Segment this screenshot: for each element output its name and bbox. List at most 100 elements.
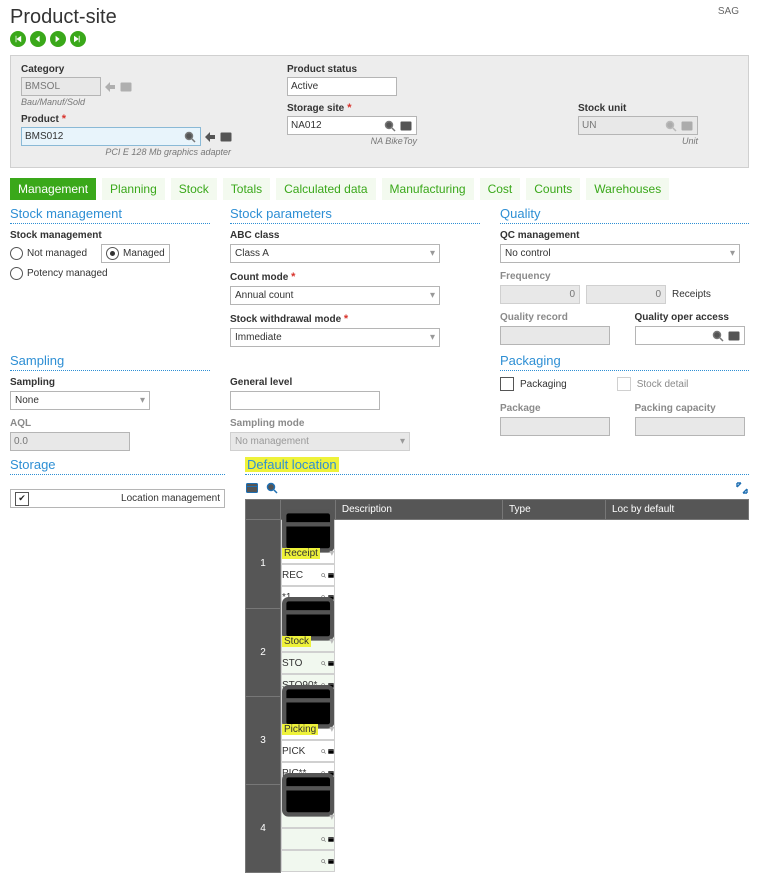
product-label: Product* [21,113,261,125]
sampmode-select: No management▾ [230,432,410,451]
radio-not-managed[interactable]: Not managed [10,247,87,260]
sampling-label: Sampling [10,377,210,388]
qrecord-field [500,326,610,345]
grid-card-icon[interactable] [245,481,259,495]
row-card-icon[interactable] [281,608,335,630]
stockparams-title: Stock parameters [230,206,480,224]
sampling-select[interactable]: None▾ [10,391,150,410]
row-card-icon[interactable] [281,784,335,806]
qoper-field[interactable] [635,326,745,345]
rownum: 4 [246,784,281,872]
nav-prev-button[interactable] [30,31,46,47]
rownum: 2 [246,608,281,696]
rownum: 3 [246,696,281,784]
count-select[interactable]: Annual count▾ [230,286,440,305]
nav-last-button[interactable] [70,31,86,47]
storage-card-icon[interactable] [399,119,413,133]
col-loc: Loc by default [606,500,749,520]
row-card-icon[interactable] [281,520,335,542]
page-title: Product-site [10,6,117,29]
loc-cell[interactable] [281,850,335,872]
tab-totals[interactable]: Totals [223,178,270,200]
storage-hint: NA BikeToy [287,136,417,146]
package-label: Package [500,403,615,414]
storage-field[interactable]: NA012 [287,116,417,135]
stockunit-hint: Unit [578,136,698,146]
col-rownum [246,500,281,520]
product-jump-icon[interactable] [203,130,217,144]
product-hint: PCI E 128 Mb graphics adapter [21,147,231,157]
nav-next-button[interactable] [50,31,66,47]
defaultloc-title: Default location [245,457,749,475]
tab-calculated[interactable]: Calculated data [276,178,375,200]
status-field[interactable]: Active [287,77,397,96]
tab-planning[interactable]: Planning [102,178,165,200]
stockmgmt-title: Stock management [10,206,210,224]
freq1-field: 0 [500,285,580,304]
withdraw-label: Stock withdrawal mode * [230,313,480,325]
category-card-icon [119,80,133,94]
radio-potency[interactable]: Potency managed [10,267,210,280]
storage-label: Storage site* [287,102,487,114]
rownum: 1 [246,520,281,609]
genlevel-field[interactable] [230,391,380,410]
freq-label: Frequency [500,271,749,282]
product-search-icon[interactable] [183,130,197,144]
chk-stock-detail: Stock detail [617,377,689,391]
stockunit-label: Stock unit [578,103,738,114]
qc-select[interactable]: No control▾ [500,244,740,263]
tab-management[interactable]: Management [10,178,96,200]
package-field [500,417,610,436]
stockunit-search-icon [664,119,678,133]
quality-title: Quality [500,206,749,224]
tab-manufacturing[interactable]: Manufacturing [382,178,474,200]
withdraw-select[interactable]: Immediate▾ [230,328,440,347]
type-cell[interactable]: STO [281,652,335,674]
tab-warehouses[interactable]: Warehouses [586,178,669,200]
genlevel-label: General level [230,377,480,388]
stockmgmt-group-label: Stock management [10,230,210,241]
col-description: Description [335,500,502,520]
tab-counts[interactable]: Counts [526,178,580,200]
chk-location-mgmt[interactable]: Location management [10,489,225,508]
capacity-label: Packing capacity [635,403,750,414]
type-cell[interactable]: PICK [281,740,335,762]
qoper-card-icon[interactable] [727,329,741,343]
tab-stock[interactable]: Stock [171,178,217,200]
grid-expand-icon[interactable] [735,481,749,495]
freq-unit: Receipts [672,289,711,300]
col-type: Type [503,500,606,520]
stockunit-card-icon [680,119,694,133]
product-field[interactable]: BMS012 [21,127,201,146]
default-location-grid: Description Type Loc by default 1 Receip… [245,499,749,873]
category-field: BMSOL [21,77,101,96]
storage-search-icon[interactable] [383,119,397,133]
type-cell[interactable] [281,828,335,850]
type-cell[interactable]: REC [281,564,335,586]
row-card-icon[interactable] [281,696,335,718]
chk-packaging[interactable]: Packaging [500,377,567,391]
nav-first-button[interactable] [10,31,26,47]
qc-label: QC management [500,230,749,241]
storage-title: Storage [10,457,225,475]
category-label: Category [21,64,261,75]
qrecord-label: Quality record [500,312,615,323]
qoper-search-icon[interactable] [711,329,725,343]
brand-label: SAG [718,6,739,17]
abc-select[interactable]: Class A▾ [230,244,440,263]
stockunit-field: UN [578,116,698,135]
aql-label: AQL [10,418,210,429]
grid-search-icon[interactable] [265,481,279,495]
tab-bar: Management Planning Stock Totals Calcula… [10,178,749,200]
radio-managed[interactable]: Managed [101,244,170,263]
freq2-field: 0 [586,285,666,304]
tab-cost[interactable]: Cost [480,178,521,200]
sampmode-label: Sampling mode [230,418,480,429]
count-label: Count mode * [230,271,480,283]
category-hint: Bau/Manuf/Sold [21,97,261,107]
packaging-title: Packaging [500,353,749,371]
product-card-icon[interactable] [219,130,233,144]
abc-label: ABC class [230,230,480,241]
category-jump-icon [103,80,117,94]
status-label: Product status [287,64,487,75]
